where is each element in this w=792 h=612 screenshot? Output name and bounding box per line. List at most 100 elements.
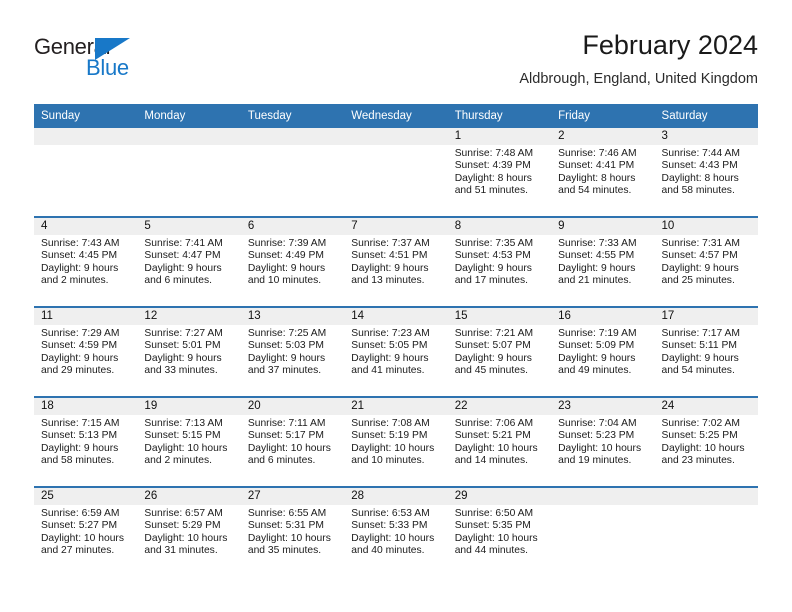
day-details: Sunrise: 7:44 AM Sunset: 4:43 PM Daylight:… [655, 145, 758, 198]
sunset-text: Sunset: 4:39 PM [454, 160, 531, 172]
day-cell[interactable]: 2 Sunrise: 7:46 AM Sunset: 4:41 PM Daylight… [551, 128, 655, 217]
day-details: Sunrise: 7:31 AM Sunset: 4:57 PM Daylight:… [655, 235, 758, 288]
day-details: Sunrise: 7:02 AM Sunset: 5:25 PM Daylight:… [655, 415, 758, 468]
day-cell[interactable]: 21 Sunrise: 7:08 AM Sunset: 5:19 PM Dayligh… [344, 396, 448, 487]
daylight-text-line2: and 14 minutes. [454, 455, 528, 467]
daylight-text-line1: Daylight: 10 hours [247, 442, 331, 454]
day-details: Sunrise: 7:15 AM Sunset: 5:13 PM Daylight:… [34, 415, 137, 468]
day-number: 28 [344, 488, 448, 505]
day-cell[interactable]: 6 Sunrise: 7:39 AM Sunset: 4:49 PM Daylight… [240, 216, 345, 307]
sunrise-text: Sunrise: 7:39 AM [247, 238, 327, 249]
day-cell[interactable]: 1 Sunrise: 7:48 AM Sunset: 4:39 PM Daylight… [447, 128, 552, 217]
daylight-text-line1: Daylight: 9 hours [351, 262, 429, 274]
day-cell[interactable]: 26 Sunrise: 6:57 AM Sunset: 5:29 PM Dayligh… [137, 486, 241, 576]
day-cell[interactable]: 14 Sunrise: 7:23 AM Sunset: 5:05 PM Dayligh… [344, 306, 448, 397]
day-cell[interactable]: 15 Sunrise: 7:21 AM Sunset: 5:07 PM Dayligh… [447, 306, 552, 397]
day-details: Sunrise: 7:46 AM Sunset: 4:41 PM Daylight:… [551, 145, 654, 198]
day-cell[interactable]: 27 Sunrise: 6:55 AM Sunset: 5:31 PM Dayligh… [240, 486, 345, 576]
daylight-text-line2: and 13 minutes. [351, 275, 425, 287]
day-number: 1 [447, 128, 552, 145]
day-cell[interactable]: 23 Sunrise: 7:04 AM Sunset: 5:23 PM Dayligh… [551, 396, 655, 487]
sunset-text: Sunset: 5:11 PM [661, 340, 737, 352]
sunrise-text: Sunrise: 7:29 AM [41, 328, 120, 339]
sunrise-text: Sunrise: 7:33 AM [558, 238, 637, 249]
day-number: 15 [447, 308, 552, 325]
daylight-text-line1: Daylight: 10 hours [454, 532, 538, 544]
day-number [654, 488, 758, 505]
daylight-text-line2: and 41 minutes. [351, 365, 425, 377]
daylight-text-line1: Daylight: 10 hours [351, 532, 435, 544]
day-cell[interactable]: 10 Sunrise: 7:31 AM Sunset: 4:57 PM Dayligh… [654, 216, 758, 307]
day-cell[interactable]: 9 Sunrise: 7:33 AM Sunset: 4:55 PM Daylight… [551, 216, 655, 307]
day-cell[interactable]: 20 Sunrise: 7:11 AM Sunset: 5:17 PM Dayligh… [240, 396, 345, 487]
daylight-text-line2: and 58 minutes. [41, 455, 115, 467]
day-number: 13 [240, 308, 345, 325]
day-cell[interactable]: 24 Sunrise: 7:02 AM Sunset: 5:25 PM Dayligh… [654, 396, 758, 487]
daylight-text-line2: and 49 minutes. [558, 365, 632, 377]
weekday-header-monday: Monday [137, 104, 241, 128]
day-number: 27 [240, 488, 345, 505]
sunset-text: Sunset: 4:51 PM [351, 250, 428, 262]
calendar-page: General Blue February 2024 Aldbrough, En… [0, 0, 792, 612]
sunrise-text: Sunrise: 7:11 AM [247, 418, 326, 429]
day-cell[interactable]: 16 Sunrise: 7:19 AM Sunset: 5:09 PM Dayligh… [551, 306, 655, 397]
daylight-text-line1: Daylight: 10 hours [144, 532, 228, 544]
day-cell[interactable]: 29 Sunrise: 6:50 AM Sunset: 5:35 PM Dayligh… [447, 486, 552, 576]
sunset-text: Sunset: 4:45 PM [41, 250, 118, 262]
day-number: 26 [137, 488, 241, 505]
sunset-text: Sunset: 5:31 PM [247, 520, 324, 532]
day-cell[interactable]: 12 Sunrise: 7:27 AM Sunset: 5:01 PM Dayligh… [137, 306, 241, 397]
day-number: 5 [137, 218, 241, 235]
day-number: 22 [447, 398, 552, 415]
daylight-text-line1: Daylight: 9 hours [41, 442, 119, 454]
daylight-text-line1: Daylight: 9 hours [247, 262, 326, 274]
day-details: Sunrise: 7:11 AM Sunset: 5:17 PM Daylight:… [241, 415, 344, 468]
day-cell[interactable]: 17 Sunrise: 7:17 AM Sunset: 5:11 PM Dayligh… [654, 306, 758, 397]
daylight-text-line2: and 51 minutes. [454, 185, 528, 197]
general-blue-logo[interactable]: General Blue [34, 34, 164, 86]
day-number: 25 [34, 488, 138, 505]
daylight-text-line2: and 2 minutes. [144, 455, 212, 467]
day-cell[interactable] [240, 128, 345, 217]
day-cell[interactable] [137, 128, 241, 217]
weekday-header-tuesday: Tuesday [240, 104, 345, 128]
day-cell[interactable]: 25 Sunrise: 6:59 AM Sunset: 5:27 PM Dayligh… [34, 486, 138, 576]
daylight-text-line2: and 40 minutes. [351, 545, 425, 557]
daylight-text-line2: and 44 minutes. [454, 545, 528, 557]
sunset-text: Sunset: 5:29 PM [144, 520, 221, 532]
daylight-text-line1: Daylight: 9 hours [661, 262, 739, 274]
day-cell[interactable]: 3 Sunrise: 7:44 AM Sunset: 4:43 PM Daylight… [654, 128, 758, 217]
daylight-text-line2: and 31 minutes. [144, 545, 218, 557]
calendar-body: 1 Sunrise: 7:48 AM Sunset: 4:39 PM Daylight… [34, 128, 758, 576]
sunrise-text: Sunrise: 7:27 AM [144, 328, 223, 339]
day-cell[interactable] [34, 128, 138, 217]
sunrise-text: Sunrise: 7:35 AM [454, 238, 534, 249]
sunrise-text: Sunrise: 7:31 AM [661, 238, 740, 249]
day-number: 29 [447, 488, 552, 505]
sunrise-text: Sunrise: 6:55 AM [247, 508, 327, 519]
day-cell[interactable] [654, 486, 758, 576]
day-cell[interactable]: 13 Sunrise: 7:25 AM Sunset: 5:03 PM Dayligh… [240, 306, 345, 397]
calendar-week-row: 25 Sunrise: 6:59 AM Sunset: 5:27 PM Dayligh… [34, 486, 758, 576]
day-cell[interactable]: 8 Sunrise: 7:35 AM Sunset: 4:53 PM Daylight… [447, 216, 552, 307]
sunset-text: Sunset: 5:17 PM [247, 430, 324, 442]
day-cell[interactable]: 28 Sunrise: 6:53 AM Sunset: 5:33 PM Dayligh… [344, 486, 448, 576]
day-cell[interactable]: 5 Sunrise: 7:41 AM Sunset: 4:47 PM Daylight… [137, 216, 241, 307]
sunrise-text: Sunrise: 7:43 AM [41, 238, 120, 249]
day-cell[interactable]: 7 Sunrise: 7:37 AM Sunset: 4:51 PM Daylight… [344, 216, 448, 307]
sunrise-text: Sunrise: 7:15 AM [41, 418, 120, 429]
weekday-header-thursday: Thursday [447, 104, 552, 128]
day-cell[interactable]: 22 Sunrise: 7:06 AM Sunset: 5:21 PM Dayligh… [447, 396, 552, 487]
sunset-text: Sunset: 4:59 PM [41, 340, 118, 352]
day-cell[interactable] [551, 486, 655, 576]
day-cell[interactable]: 11 Sunrise: 7:29 AM Sunset: 4:59 PM Dayligh… [34, 306, 138, 397]
day-number [240, 128, 345, 145]
day-cell[interactable]: 4 Sunrise: 7:43 AM Sunset: 4:45 PM Daylight… [34, 216, 138, 307]
day-details [551, 505, 654, 508]
day-details [241, 145, 344, 148]
day-cell[interactable] [344, 128, 448, 217]
day-cell[interactable]: 18 Sunrise: 7:15 AM Sunset: 5:13 PM Dayligh… [34, 396, 138, 487]
day-number: 18 [34, 398, 138, 415]
day-cell[interactable]: 19 Sunrise: 7:13 AM Sunset: 5:15 PM Dayligh… [137, 396, 241, 487]
sunrise-text: Sunrise: 6:53 AM [351, 508, 430, 519]
